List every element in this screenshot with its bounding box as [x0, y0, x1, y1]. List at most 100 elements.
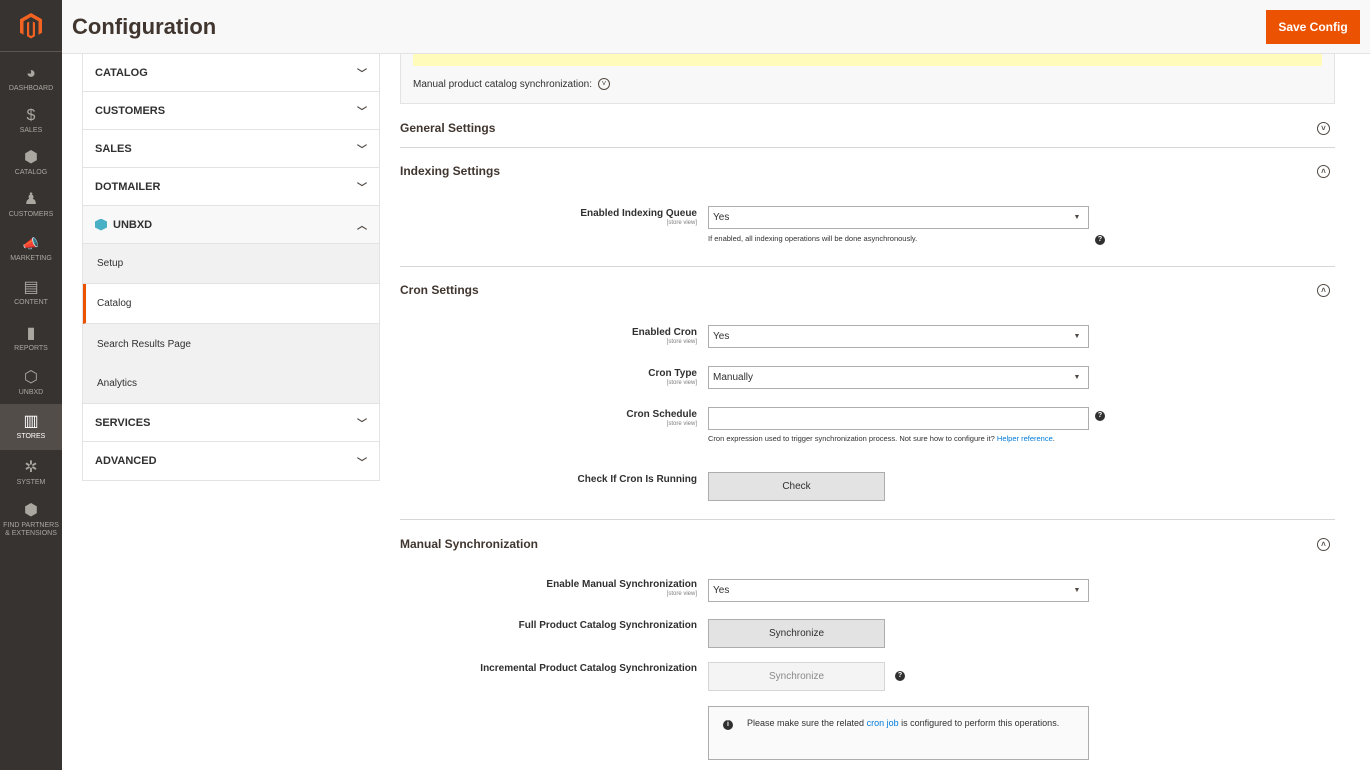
tab-unbxd[interactable]: UNBXD ︿	[83, 206, 379, 244]
tab-dotmailer[interactable]: DOTMAILER ﹀	[83, 168, 379, 206]
indexing-queue-note: If enabled, all indexing operations will…	[708, 234, 918, 243]
enable-manual-sync-select[interactable]: Yes ▼	[708, 579, 1089, 602]
subitem-search-results-page[interactable]: Search Results Page	[83, 324, 379, 364]
nav-catalog[interactable]: ⬢ CATALOG	[0, 140, 62, 186]
content-icon: ▤	[23, 279, 39, 296]
enabled-cron-select[interactable]: Yes ▼	[708, 325, 1089, 348]
scope-label: [store view]	[666, 380, 697, 386]
enable-manual-sync-label: Enable Manual Synchronization [store view…	[400, 579, 697, 597]
check-cron-label: Check If Cron Is Running	[400, 474, 697, 485]
nav-stores[interactable]: ▥ STORES	[0, 404, 62, 450]
tab-customers[interactable]: CUSTOMERS ﹀	[83, 92, 379, 130]
system-icon: ✲	[24, 459, 38, 476]
help-icon[interactable]: ?	[1095, 235, 1105, 245]
indexing-queue-select[interactable]: Yes ▼	[708, 206, 1089, 229]
select-value: Yes	[713, 212, 730, 223]
save-config-button[interactable]: Save Config	[1266, 10, 1360, 44]
subitem-catalog[interactable]: Catalog	[83, 284, 379, 324]
tab-label: UNBXD	[113, 218, 153, 231]
nav-label: CUSTOMERS	[8, 211, 54, 218]
section-general-settings[interactable]: General Settings ˅	[400, 118, 1335, 138]
tab-sales[interactable]: SALES ﹀	[83, 130, 379, 168]
nav-system[interactable]: ✲ SYSTEM	[0, 450, 62, 496]
nav-label: DASHBOARD	[8, 85, 54, 92]
field-label-text: Cron Schedule	[626, 409, 697, 420]
nav-partners[interactable]: ⬢ FIND PARTNERS & EXTENSIONS	[0, 494, 62, 546]
config-tabs: CATALOG ﹀ CUSTOMERS ﹀ SALES ﹀ DOTMAILER ﹀ UN…	[82, 54, 380, 481]
info-text: Please make sure the related	[747, 718, 867, 728]
stores-icon: ▥	[23, 413, 39, 430]
help-icon[interactable]: ?	[1095, 411, 1105, 421]
collapse-circle-icon: ˄	[1317, 283, 1330, 297]
nav-label: MARKETING	[10, 255, 52, 262]
tab-label: SALES	[95, 142, 132, 155]
main-content: Manual product catalog synchronization: …	[400, 54, 1335, 770]
info-suffix: is configured to perform this operations…	[898, 718, 1060, 728]
chevron-up-icon: ︿	[357, 221, 367, 232]
helper-reference-link[interactable]: Helper reference	[997, 434, 1053, 443]
page-title: Configuration	[72, 14, 217, 39]
collapse-circle-icon: ˄	[1317, 164, 1330, 178]
section-indexing-settings[interactable]: Indexing Settings ˄	[400, 161, 1335, 181]
nav-label: CATALOG	[14, 169, 48, 176]
cron-job-link[interactable]: cron job	[867, 718, 899, 728]
scope-label: [store view]	[666, 339, 697, 345]
select-value: Yes	[713, 331, 730, 342]
cron-type-label: Cron Type [store view]	[400, 368, 697, 386]
nav-marketing[interactable]: 📣 MARKETING	[0, 226, 62, 272]
tab-advanced[interactable]: ADVANCED ﹀	[83, 442, 379, 480]
help-icon[interactable]: ?	[895, 671, 905, 681]
section-title: Cron Settings	[400, 283, 479, 297]
reports-icon: ▮	[26, 325, 36, 342]
scope-label: [store view]	[666, 591, 697, 597]
nav-label: UNBXD	[18, 389, 44, 396]
nav-sales[interactable]: $ SALES	[0, 98, 62, 144]
cron-info-box: i Please make sure the related cron job …	[708, 706, 1089, 760]
field-label-text: Full Product Catalog Synchronization	[518, 620, 697, 631]
notice-label: Manual product catalog synchronization:	[413, 78, 592, 90]
nav-unbxd[interactable]: ⬡ UNBXD	[0, 360, 62, 406]
section-cron-settings[interactable]: Cron Settings ˄	[400, 280, 1335, 300]
cron-type-select[interactable]: Manually ▼	[708, 366, 1089, 389]
tab-label: DOTMAILER	[95, 180, 161, 193]
check-cron-button[interactable]: Check	[708, 472, 885, 501]
magento-logo[interactable]	[0, 0, 62, 52]
divider	[400, 147, 1335, 148]
incremental-sync-button[interactable]: Synchronize	[708, 662, 885, 691]
chevron-down-icon: ﹀	[357, 457, 367, 469]
expand-circle-icon[interactable]: ˅	[598, 78, 610, 90]
tab-label: CATALOG	[95, 66, 148, 79]
nav-label: SYSTEM	[16, 479, 46, 486]
scope-label: [store view]	[666, 421, 697, 427]
tab-catalog[interactable]: CATALOG ﹀	[83, 54, 379, 92]
chevron-down-icon: ﹀	[357, 419, 367, 430]
sales-icon: $	[26, 107, 36, 124]
subitem-setup[interactable]: Setup	[83, 244, 379, 284]
section-manual-sync[interactable]: Manual Synchronization ˄	[400, 534, 1335, 554]
nav-customers[interactable]: ♟ CUSTOMERS	[0, 182, 62, 228]
nav-label: STORES	[16, 433, 46, 440]
sync-notice: Manual product catalog synchronization: …	[400, 54, 1335, 104]
tab-services[interactable]: SERVICES ﹀	[83, 404, 379, 442]
unbxd-subitems: Setup Catalog Search Results Page Analyt…	[83, 244, 379, 404]
subitem-analytics[interactable]: Analytics	[83, 364, 379, 404]
field-label-text: Enabled Cron	[631, 327, 697, 338]
info-icon: i	[723, 720, 733, 730]
cron-schedule-note: Cron expression used to trigger synchron…	[708, 434, 1089, 443]
incremental-sync-label: Incremental Product Catalog Synchronizat…	[400, 663, 697, 674]
cron-schedule-label: Cron Schedule [store view]	[400, 409, 697, 427]
tab-label: SERVICES	[95, 416, 151, 429]
admin-nav: ◕ DASHBOARD $ SALES ⬢ CATALOG ♟ CUSTOMERS 📣 M…	[0, 0, 62, 770]
nav-content[interactable]: ▤ CONTENT	[0, 270, 62, 316]
notice-highlight	[413, 54, 1322, 66]
nav-label: CONTENT	[14, 299, 48, 306]
nav-dashboard[interactable]: ◕ DASHBOARD	[0, 56, 62, 102]
cron-schedule-input[interactable]	[708, 407, 1089, 430]
field-label-text: Check If Cron Is Running	[577, 474, 697, 485]
note-suffix: .	[1052, 434, 1055, 443]
nav-reports[interactable]: ▮ REPORTS	[0, 316, 62, 362]
divider	[400, 266, 1335, 267]
indexing-queue-label: Enabled Indexing Queue [store view]	[400, 208, 697, 226]
select-value: Manually	[713, 372, 754, 383]
full-sync-button[interactable]: Synchronize	[708, 619, 885, 648]
